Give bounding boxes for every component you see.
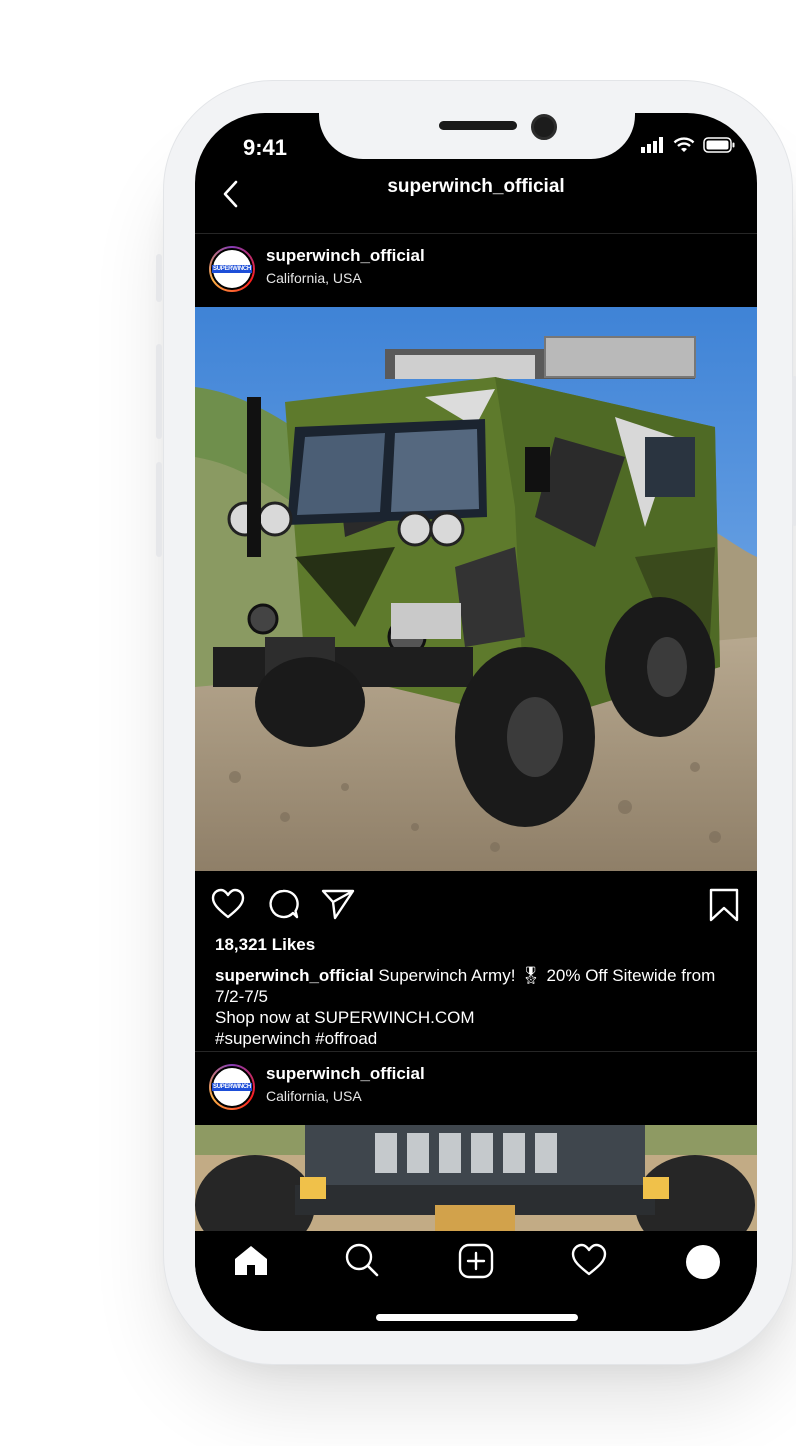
profile-icon[interactable] bbox=[686, 1245, 720, 1279]
mute-switch bbox=[156, 254, 162, 302]
front-camera bbox=[531, 114, 557, 140]
heart-icon[interactable] bbox=[211, 888, 245, 920]
post-caption: superwinch_official Superwinch Army! 🎖 2… bbox=[215, 965, 740, 1049]
home-indicator[interactable] bbox=[376, 1314, 578, 1321]
heart-icon[interactable] bbox=[571, 1243, 607, 1277]
post-location[interactable]: California, USA bbox=[266, 1088, 362, 1104]
add-post-icon[interactable] bbox=[458, 1243, 494, 1279]
bookmark-icon[interactable] bbox=[709, 888, 739, 922]
phone-screen: 9:41 superwinch_official SUPERWINCH supe… bbox=[195, 113, 757, 1331]
avatar[interactable]: SUPERWINCH bbox=[209, 1064, 255, 1110]
wifi-icon bbox=[673, 137, 695, 152]
post-header: SUPERWINCH superwinch_official Californi… bbox=[195, 1052, 757, 1124]
post-username[interactable]: superwinch_official bbox=[266, 1064, 425, 1084]
post-header: SUPERWINCH superwinch_official Californi… bbox=[195, 234, 757, 306]
volume-down-button bbox=[156, 462, 162, 557]
caption-hashtags[interactable]: #superwinch #offroad bbox=[215, 1028, 740, 1049]
post-image[interactable] bbox=[195, 307, 757, 871]
caption-username[interactable]: superwinch_official bbox=[215, 966, 374, 985]
comment-icon[interactable] bbox=[267, 888, 299, 920]
post-image[interactable] bbox=[195, 1125, 757, 1231]
header-title: superwinch_official bbox=[387, 176, 565, 197]
avatar-logo-text: SUPERWINCH bbox=[212, 265, 252, 273]
volume-up-button bbox=[156, 344, 162, 439]
power-button bbox=[792, 376, 796, 526]
speaker-grille bbox=[439, 121, 517, 130]
post-username[interactable]: superwinch_official bbox=[266, 246, 425, 266]
post-location[interactable]: California, USA bbox=[266, 270, 362, 286]
battery-icon bbox=[703, 137, 735, 153]
search-icon[interactable] bbox=[345, 1243, 379, 1277]
post-actions bbox=[195, 878, 757, 934]
status-icons bbox=[641, 137, 735, 153]
home-icon[interactable] bbox=[233, 1243, 269, 1277]
status-time: 9:41 bbox=[243, 135, 288, 160]
avatar-logo-text: SUPERWINCH bbox=[212, 1083, 252, 1091]
post-photo-truck bbox=[195, 307, 757, 871]
signal-icon bbox=[641, 137, 663, 153]
profile-header: superwinch_official bbox=[195, 168, 757, 234]
like-count[interactable]: 18,321 Likes bbox=[215, 935, 315, 955]
send-icon[interactable] bbox=[321, 888, 355, 920]
avatar[interactable]: SUPERWINCH bbox=[209, 246, 255, 292]
notch bbox=[319, 113, 635, 159]
post-photo-jeep bbox=[195, 1125, 757, 1231]
caption-line: Shop now at SUPERWINCH.COM bbox=[215, 1008, 475, 1027]
